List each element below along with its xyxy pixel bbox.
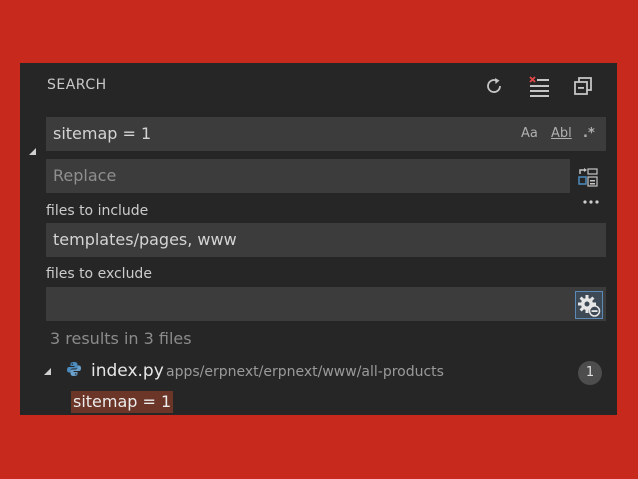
replace-placeholder: Replace bbox=[53, 166, 117, 185]
panel-title: SEARCH bbox=[47, 77, 107, 93]
result-file-name[interactable]: index.py bbox=[91, 361, 164, 381]
collapse-all-icon[interactable] bbox=[572, 75, 594, 97]
match-case-icon[interactable]: Aa bbox=[521, 117, 538, 151]
include-input[interactable]: templates/pages, www bbox=[46, 223, 606, 257]
regex-icon[interactable]: .* bbox=[583, 117, 595, 151]
search-panel: SEARCH sitemap = 1 Aa Abl .* Replace fil… bbox=[20, 63, 617, 415]
clear-results-icon[interactable] bbox=[528, 75, 550, 97]
include-input-value: templates/pages, www bbox=[53, 230, 237, 249]
toggle-replace-icon[interactable] bbox=[29, 148, 36, 155]
search-input-value: sitemap = 1 bbox=[53, 124, 152, 143]
include-label: files to include bbox=[46, 203, 149, 219]
result-file-path: apps/erpnext/erpnext/www/all-products bbox=[166, 364, 444, 380]
exclude-label: files to exclude bbox=[46, 266, 152, 282]
results-summary: 3 results in 3 files bbox=[50, 329, 192, 348]
python-file-icon bbox=[66, 361, 82, 381]
replace-all-icon[interactable] bbox=[577, 166, 599, 188]
replace-input[interactable]: Replace bbox=[46, 159, 570, 193]
result-count-badge: 1 bbox=[578, 361, 602, 385]
search-input[interactable]: sitemap = 1 Aa Abl .* bbox=[46, 117, 606, 151]
exclude-input[interactable] bbox=[46, 287, 606, 321]
use-exclude-settings-icon[interactable] bbox=[575, 291, 603, 319]
more-options-icon[interactable] bbox=[582, 199, 600, 205]
collapse-file-icon[interactable] bbox=[44, 368, 51, 375]
whole-word-icon[interactable]: Abl bbox=[551, 117, 572, 151]
result-match-line[interactable]: sitemap = 1 bbox=[71, 391, 174, 413]
refresh-icon[interactable] bbox=[483, 75, 505, 97]
